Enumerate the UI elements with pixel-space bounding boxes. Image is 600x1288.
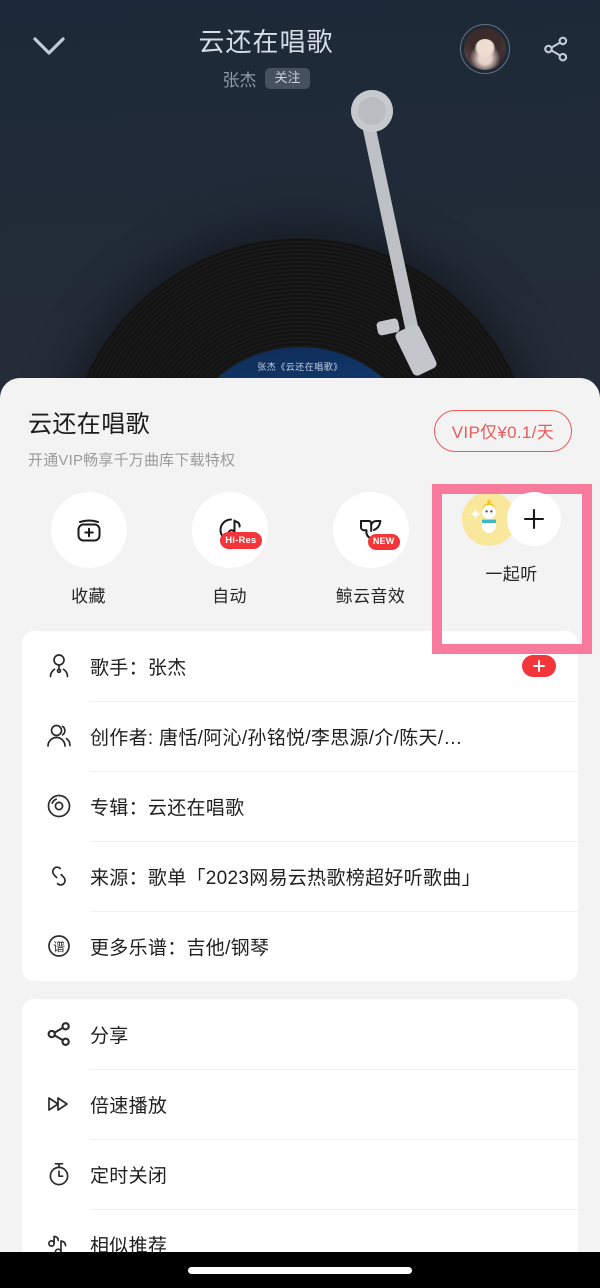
album-disc-icon (44, 791, 90, 821)
info-row-album[interactable]: 专辑：云还在唱歌 (22, 771, 578, 841)
share-icon (544, 36, 568, 62)
similar-songs-icon (44, 1229, 90, 1252)
info-row-source-text: 来源：歌单「2023网易云热歌榜超好听歌曲」 (90, 867, 481, 889)
tonearm-pivot (351, 90, 393, 132)
action-listen-together-label: 一起听 (485, 565, 538, 584)
action-collect[interactable]: 收藏 (18, 492, 159, 607)
top-right-actions (460, 24, 578, 74)
menu-row-sleep-timer[interactable]: 定时关闭 (22, 1139, 578, 1209)
link-source-icon (44, 861, 90, 891)
info-row-sheet-music[interactable]: 谱 更多乐谱：吉他/钢琴 (22, 911, 578, 981)
title-block: 云还在唱歌 张杰 关注 (72, 18, 460, 91)
share-icon (44, 1019, 90, 1049)
info-row-album-text: 专辑：云还在唱歌 (90, 797, 245, 819)
sheet-song-title: 云还在唱歌 (28, 411, 150, 438)
singer-icon (44, 651, 90, 681)
action-auto-label: 自动 (212, 587, 247, 606)
menu-row-playback-speed-text: 倍速播放 (90, 1095, 168, 1117)
plus-icon (523, 508, 545, 530)
song-info-card: 歌手：张杰 创作者: 唐恬/阿沁/孙铭悦/李思源/介/陈天/… 专辑：云还在唱歌… (22, 631, 578, 981)
plus-icon (533, 660, 545, 672)
menu-row-similar-songs[interactable]: 相似推荐 (22, 1209, 578, 1252)
info-row-creators-text: 创作者: 唐恬/阿沁/孙铭悦/李思源/介/陈天/… (90, 727, 463, 749)
sheet-music-icon: 谱 (44, 931, 90, 961)
info-row-source[interactable]: 来源：歌单「2023网易云热歌榜超好听歌曲」 (22, 841, 578, 911)
player-screen: 张杰《云还在唱歌》 云还在唱歌 张杰 关注 云还在唱歌 开通VIP畅享千万曲库下… (0, 0, 600, 1288)
share-button-top[interactable] (534, 27, 578, 71)
hires-badge: Hi-Res (220, 531, 262, 549)
creators-icon (44, 721, 90, 751)
action-listen-together[interactable]: 一起听 (441, 492, 582, 585)
info-row-creators[interactable]: 创作者: 唐恬/阿沁/孙铭悦/李思源/介/陈天/… (22, 701, 578, 771)
info-row-singer-text: 歌手：张杰 (90, 657, 187, 679)
avatar[interactable] (460, 24, 510, 74)
chevron-down-icon (33, 37, 65, 55)
sheet-header-text: 云还在唱歌 开通VIP畅享千万曲库下载特权 (28, 404, 434, 470)
menu-row-sleep-timer-text: 定时关闭 (90, 1165, 168, 1187)
action-auto-circle: Hi-Res (191, 492, 268, 568)
quick-actions-row: 收藏 Hi-Res 自动 NEW 鲸云音效 一起听 (0, 484, 600, 654)
album-art-caption: 张杰《云还在唱歌》 (257, 362, 343, 372)
add-to-collection-icon (77, 519, 100, 542)
menu-row-share[interactable]: 分享 (22, 999, 578, 1069)
sleep-timer-icon (44, 1159, 90, 1189)
info-row-sheet-music-text: 更多乐谱：吉他/钢琴 (90, 937, 270, 959)
listen-together-add-button[interactable] (507, 492, 561, 546)
song-title: 云还在唱歌 (198, 27, 334, 57)
collapse-button[interactable] (26, 24, 72, 70)
follow-button[interactable]: 关注 (265, 67, 310, 90)
playback-speed-icon (44, 1089, 90, 1119)
action-auto-quality[interactable]: Hi-Res 自动 (159, 492, 300, 607)
menu-row-share-text: 分享 (90, 1025, 129, 1047)
action-whale-circle: NEW (332, 492, 409, 568)
vip-subscribe-button[interactable]: VIP仅¥0.1/天 (433, 410, 572, 452)
new-badge: NEW (367, 533, 400, 550)
svg-text:谱: 谱 (53, 940, 65, 954)
action-whale-sound[interactable]: NEW 鲸云音效 (300, 492, 441, 607)
vip-promo-text: 开通VIP畅享千万曲库下载特权 (28, 452, 236, 469)
action-whale-label: 鲸云音效 (335, 587, 406, 606)
listen-together-icon (462, 492, 561, 546)
menu-row-similar-songs-text: 相似推荐 (90, 1235, 168, 1253)
action-collect-label: 收藏 (71, 587, 106, 606)
system-home-bar (0, 1252, 600, 1288)
artist-row: 张杰 关注 (72, 66, 460, 91)
home-indicator[interactable] (188, 1266, 412, 1274)
action-collect-circle (50, 492, 127, 568)
follow-singer-button[interactable] (522, 655, 556, 677)
avatar-image (464, 28, 506, 70)
song-options-sheet: 云还在唱歌 开通VIP畅享千万曲库下载特权 VIP仅¥0.1/天 收藏 Hi-R… (0, 378, 600, 1252)
info-row-singer[interactable]: 歌手：张杰 (22, 631, 578, 701)
menu-row-playback-speed[interactable]: 倍速播放 (22, 1069, 578, 1139)
top-bar: 云还在唱歌 张杰 关注 (0, 0, 600, 96)
artist-name[interactable]: 张杰 (222, 66, 256, 91)
sheet-header: 云还在唱歌 开通VIP畅享千万曲库下载特权 VIP仅¥0.1/天 (0, 378, 600, 470)
song-menu-card: 分享 倍速播放 定时关闭 相似推荐 (22, 999, 578, 1252)
